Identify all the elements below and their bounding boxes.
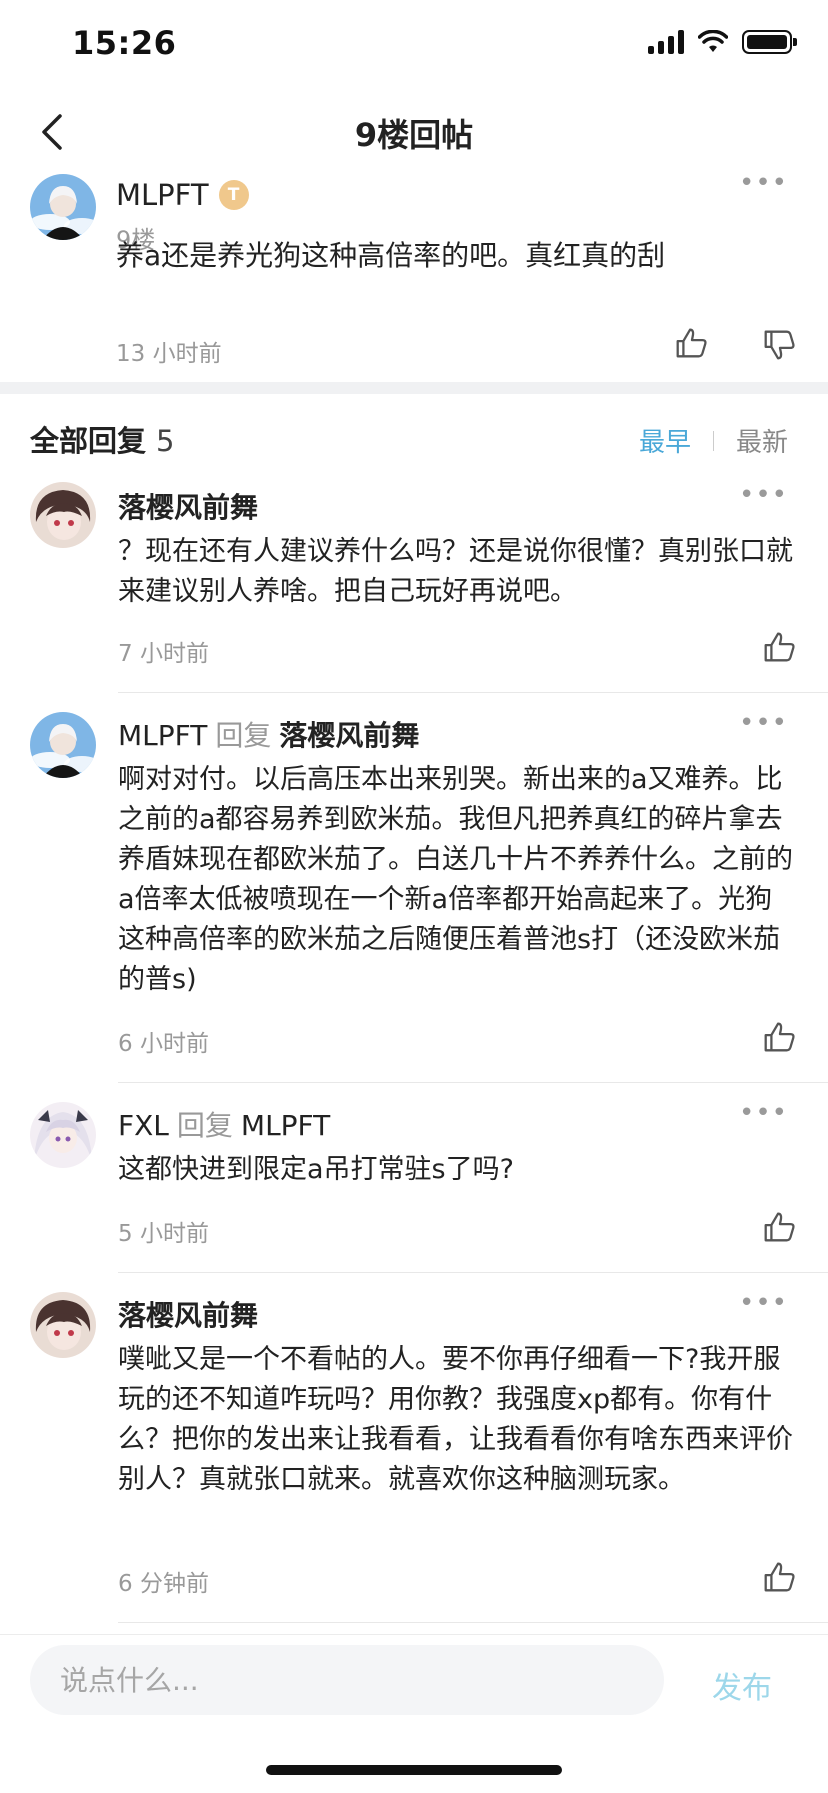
reply-time: 6 分钟前	[118, 1571, 209, 1597]
avatar[interactable]	[30, 1102, 96, 1168]
reply-target[interactable]: MLPFT	[241, 1109, 330, 1142]
reply-content: 噗呲又是一个不看帖的人。要不你再仔细看一下?我开服玩的还不知道咋玩吗？用你教？我…	[118, 1344, 793, 1495]
post-content: 养a还是养光狗这种高倍率的吧。真红真的刮	[116, 239, 666, 272]
sort-separator	[712, 430, 714, 451]
reply-author[interactable]: MLPFT 回复 落樱风前舞	[118, 714, 419, 754]
more-options-icon[interactable]: •••	[739, 168, 788, 198]
nav-bar: 9楼回帖	[0, 90, 828, 174]
thumbs-up-icon[interactable]	[760, 1018, 798, 1056]
status-bar: 15:26	[0, 0, 828, 90]
status-icons	[648, 30, 797, 54]
avatar[interactable]	[30, 482, 96, 548]
reply-content: 啊对对付。以后高压本出来别哭。新出来的a又难养。比之前的a都容易养到欧米茄。我但…	[118, 764, 793, 995]
thumbs-up-icon[interactable]	[760, 1558, 798, 1596]
reply-divider	[118, 1082, 828, 1083]
more-options-icon[interactable]: •••	[739, 708, 788, 738]
user-level-badge: T	[218, 180, 249, 210]
sort-latest-tab[interactable]: 最新	[736, 422, 788, 459]
section-divider	[0, 382, 828, 394]
reply-divider	[118, 1622, 828, 1623]
avatar[interactable]	[30, 174, 96, 240]
post-author[interactable]: MLPFT T	[116, 178, 249, 212]
replies-count: 5	[156, 424, 175, 458]
avatar[interactable]	[30, 712, 96, 778]
comment-input[interactable]	[30, 1645, 664, 1715]
more-options-icon[interactable]: •••	[739, 480, 788, 510]
home-indicator	[266, 1765, 562, 1775]
wifi-icon	[698, 30, 728, 52]
more-options-icon[interactable]: •••	[739, 1098, 788, 1128]
avatar[interactable]	[30, 1292, 96, 1358]
post-time: 13 小时前	[116, 341, 222, 367]
thumbs-up-icon[interactable]	[760, 628, 798, 666]
reply-time: 6 小时前	[118, 1031, 209, 1057]
reply-author[interactable]: 落樱风前舞	[118, 486, 258, 526]
battery-icon	[742, 30, 797, 54]
reply-author[interactable]: FXL 回复 MLPFT	[118, 1104, 330, 1144]
sort-toggle: 最早 最新	[639, 422, 788, 459]
reply-time: 5 小时前	[118, 1221, 209, 1247]
replies-title: 全部回复 5	[30, 424, 175, 458]
cellular-signal-icon	[648, 30, 684, 54]
reply-target[interactable]: 落樱风前舞	[279, 719, 419, 752]
reply-author[interactable]: 落樱风前舞	[118, 1294, 258, 1334]
reply-time: 7 小时前	[118, 641, 209, 667]
reply-content: 这都快进到限定a吊打常驻s了吗?	[118, 1154, 514, 1185]
sort-earliest-tab[interactable]: 最早	[639, 422, 691, 459]
reply-divider	[118, 1272, 828, 1273]
thumbs-up-icon[interactable]	[672, 324, 710, 362]
publish-button[interactable]: 发布	[712, 1663, 772, 1707]
replies-header: 全部回复 5 最早 最新	[0, 394, 828, 480]
more-options-icon[interactable]: •••	[739, 1288, 788, 1318]
thumbs-up-icon[interactable]	[760, 1208, 798, 1246]
status-time: 15:26	[72, 24, 177, 62]
page-title: 9楼回帖	[354, 116, 474, 154]
thumbs-down-icon[interactable]	[760, 326, 798, 364]
reply-divider	[118, 692, 828, 693]
reply-content: ？现在还有人建议养什么吗？还是说你很懂？真别张口就来建议别人养啥。把自己玩好再说…	[118, 536, 793, 607]
